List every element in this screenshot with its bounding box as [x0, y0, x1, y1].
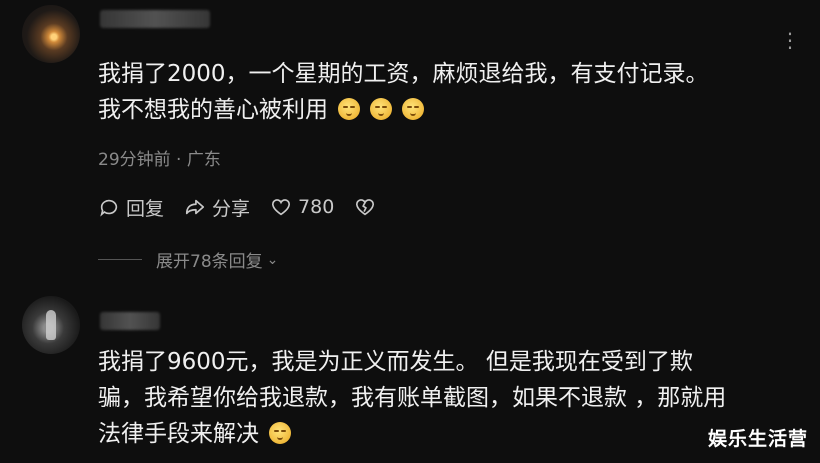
more-dots-icon[interactable]: ⋮ — [780, 28, 802, 52]
comment-text-line: 我不想我的善心被利用 — [98, 92, 800, 128]
comment-time-location: 29分钟前 · 广东 — [98, 150, 221, 170]
expand-replies-label: 展开78条回复 — [156, 252, 263, 272]
dislike-button[interactable] — [354, 196, 376, 218]
like-count: 780 — [298, 196, 335, 218]
comment-text-line: 我捐了9600元，我是为正义而发生。 但是我现在受到了欺 — [98, 349, 693, 375]
comment-item: 我捐了9600元，我是为正义而发生。 但是我现在受到了欺 骗，我希望你给我退款，… — [0, 290, 820, 463]
comment-text: 我捐了9600元，我是为正义而发生。 但是我现在受到了欺 骗，我希望你给我退款，… — [98, 344, 800, 452]
share-button[interactable]: 分享 — [184, 194, 250, 221]
smiling-face-emoji — [370, 98, 392, 120]
avatar[interactable] — [22, 296, 80, 354]
reply-label: 回复 — [126, 197, 165, 220]
share-label: 分享 — [212, 197, 251, 220]
heart-icon — [272, 199, 291, 216]
reply-button[interactable]: 回复 — [98, 194, 164, 221]
comment-text-line: 法律手段来解决 — [98, 416, 800, 452]
comment-actions: 回复 分享 780 — [98, 192, 376, 222]
avatar[interactable] — [22, 5, 80, 63]
username-blurred[interactable] — [100, 312, 160, 330]
comment-text-line: 我捐了2000，一个星期的工资，麻烦退给我，有支付记录。 — [98, 61, 709, 87]
comment-item: ⋮ 我捐了2000，一个星期的工资，麻烦退给我，有支付记录。 我不想我的善心被利… — [0, 0, 820, 285]
chevron-down-icon: ⌄ — [266, 251, 279, 268]
divider — [98, 259, 142, 260]
share-arrow-icon — [185, 199, 205, 215]
username-blurred[interactable] — [100, 10, 210, 28]
like-button[interactable]: 780 — [270, 196, 334, 218]
comment-text: 我捐了2000，一个星期的工资，麻烦退给我，有支付记录。 我不想我的善心被利用 — [98, 56, 800, 128]
smiling-face-emoji — [338, 98, 360, 120]
smiling-face-emoji — [269, 422, 291, 444]
smiling-face-emoji — [402, 98, 424, 120]
comment-bubble-icon — [100, 199, 118, 217]
expand-replies-button[interactable]: 展开78条回复 ⌄ — [98, 247, 278, 272]
comment-text-line: 骗，我希望你给我退款，我有账单截图，如果不退款 ，那就用 — [98, 385, 727, 411]
watermark: 娱乐生活营 — [707, 428, 808, 450]
broken-heart-icon — [356, 199, 375, 216]
